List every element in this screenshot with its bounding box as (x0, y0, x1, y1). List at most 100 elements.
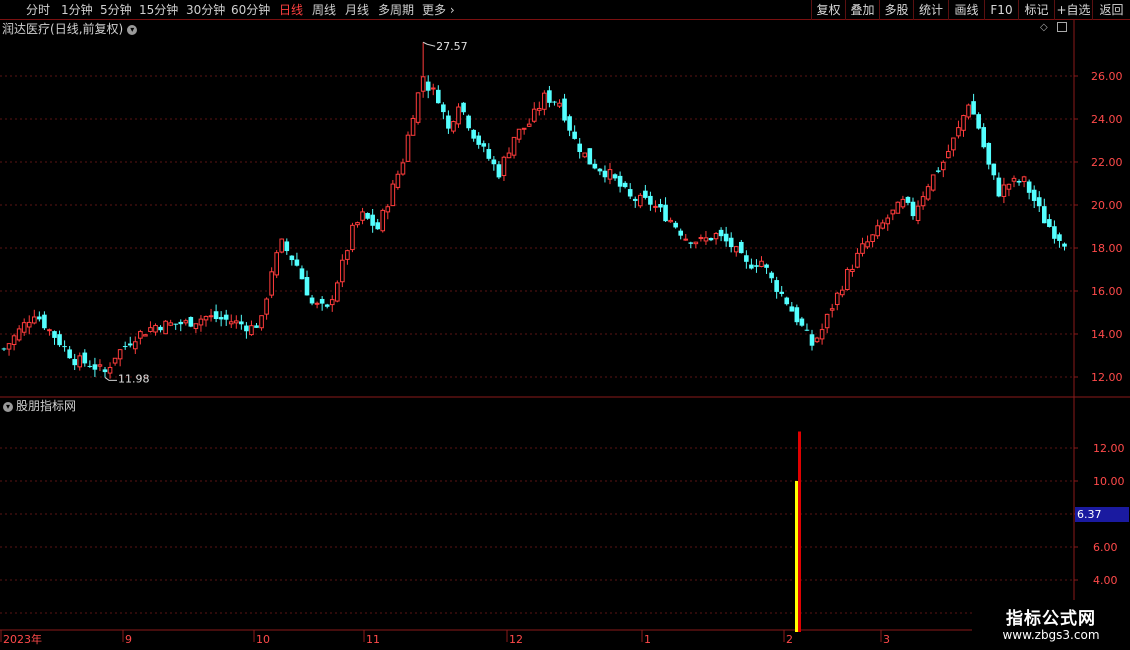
candle (112, 357, 118, 366)
candle-body (203, 315, 209, 321)
candle (693, 241, 699, 249)
toolbar-button-3[interactable]: 统计 (913, 0, 948, 20)
candle-body (526, 123, 532, 127)
candle (920, 191, 926, 210)
period-tab-1[interactable]: 1分钟 (61, 1, 93, 19)
candle-body (910, 201, 916, 217)
candle-body (880, 222, 886, 229)
candle-body (87, 365, 93, 367)
candle (405, 131, 411, 163)
toolbar-button-4[interactable]: 画线 (948, 0, 984, 20)
candle (703, 230, 709, 245)
candle (279, 238, 285, 254)
period-tab-6[interactable]: 日线 (279, 1, 303, 19)
candle-body (446, 115, 451, 129)
candle-body (491, 159, 497, 165)
candle-body (127, 343, 133, 346)
signal-bar-red-mid (798, 481, 800, 632)
candle (456, 103, 461, 128)
indicator-tick-label: 6.00 (1093, 541, 1118, 554)
toolbar-button-0[interactable]: 复权 (811, 0, 845, 20)
toolbar-button-8[interactable]: 返回 (1092, 0, 1130, 20)
candle-body (1057, 234, 1062, 241)
candle (324, 303, 330, 309)
candle (284, 238, 290, 255)
period-tab-3[interactable]: 15分钟 (139, 1, 178, 19)
period-tab-10[interactable]: 更多 › (422, 1, 455, 19)
candle (425, 75, 431, 99)
candle (531, 102, 537, 123)
toolbar-button-2[interactable]: 多股 (879, 0, 913, 20)
indicator-tab[interactable]: ▾ 股朋指标网 (0, 398, 76, 414)
candle (87, 360, 93, 368)
candle-body (82, 352, 88, 364)
period-tab-8[interactable]: 月线 (345, 1, 369, 19)
candle-body (562, 98, 567, 121)
candle-body (678, 230, 683, 236)
candle (365, 212, 370, 220)
candle (627, 183, 633, 200)
candle-body (794, 307, 800, 323)
candle (1016, 179, 1022, 186)
min-price-label: 11.98 (118, 372, 150, 385)
candle-body (188, 316, 194, 327)
candle (466, 114, 471, 131)
x-axis-label: 1 (644, 633, 651, 646)
candle-body (1001, 184, 1007, 197)
period-tab-4[interactable]: 30分钟 (186, 1, 225, 19)
candle (52, 330, 57, 345)
candle (739, 239, 744, 254)
chart-area[interactable]: 26.0024.0022.0020.0018.0016.0014.0012.00… (0, 20, 1130, 650)
candle-body (430, 87, 436, 90)
period-tab-5[interactable]: 60分钟 (231, 1, 270, 19)
period-tab-9[interactable]: 多周期 (378, 1, 414, 19)
candle-body (824, 313, 830, 329)
candle (228, 314, 234, 328)
candle-body (1047, 219, 1052, 227)
candle (577, 138, 582, 159)
candle (57, 330, 62, 347)
candle (345, 249, 350, 265)
toolbar-button-1[interactable]: 叠加 (845, 0, 879, 20)
period-tab-2[interactable]: 5分钟 (100, 1, 132, 19)
candle (218, 311, 224, 327)
candle (713, 232, 719, 245)
candle (173, 323, 178, 330)
candle-body (26, 321, 32, 328)
candle-body (935, 170, 941, 172)
candle-body (956, 127, 961, 137)
candle (385, 204, 391, 220)
chevron-down-icon[interactable]: ▾ (3, 401, 13, 412)
candle-body (885, 217, 891, 225)
candle-body (1052, 226, 1057, 239)
candle-body (572, 131, 577, 139)
period-tab-7[interactable]: 周线 (312, 1, 336, 19)
toolbar-button-7[interactable]: +自选 (1054, 0, 1092, 20)
toolbar-button-5[interactable]: F10 (984, 0, 1018, 20)
candle (375, 218, 380, 230)
candle (648, 191, 653, 211)
price-tick-label: 14.00 (1091, 328, 1123, 341)
candle (239, 314, 244, 330)
candle-body (32, 316, 37, 324)
candle-body (476, 135, 481, 145)
candle (491, 156, 497, 171)
candle-body (1026, 181, 1032, 193)
candle (880, 219, 886, 230)
candle (213, 304, 219, 323)
candle-body (799, 318, 805, 326)
candle-body (951, 137, 956, 151)
candle-body (375, 222, 380, 230)
candle (264, 297, 269, 320)
candle (420, 42, 426, 98)
candle-body (739, 241, 744, 254)
candle-body (420, 76, 426, 92)
candle-body (441, 104, 446, 113)
candle-body (966, 104, 971, 118)
toolbar-button-6[interactable]: 标记 (1018, 0, 1054, 20)
candle (552, 100, 557, 106)
period-tab-0[interactable]: 分时 (26, 1, 50, 19)
candle-body (57, 334, 62, 346)
candle (840, 285, 845, 298)
candle-body (930, 174, 936, 191)
